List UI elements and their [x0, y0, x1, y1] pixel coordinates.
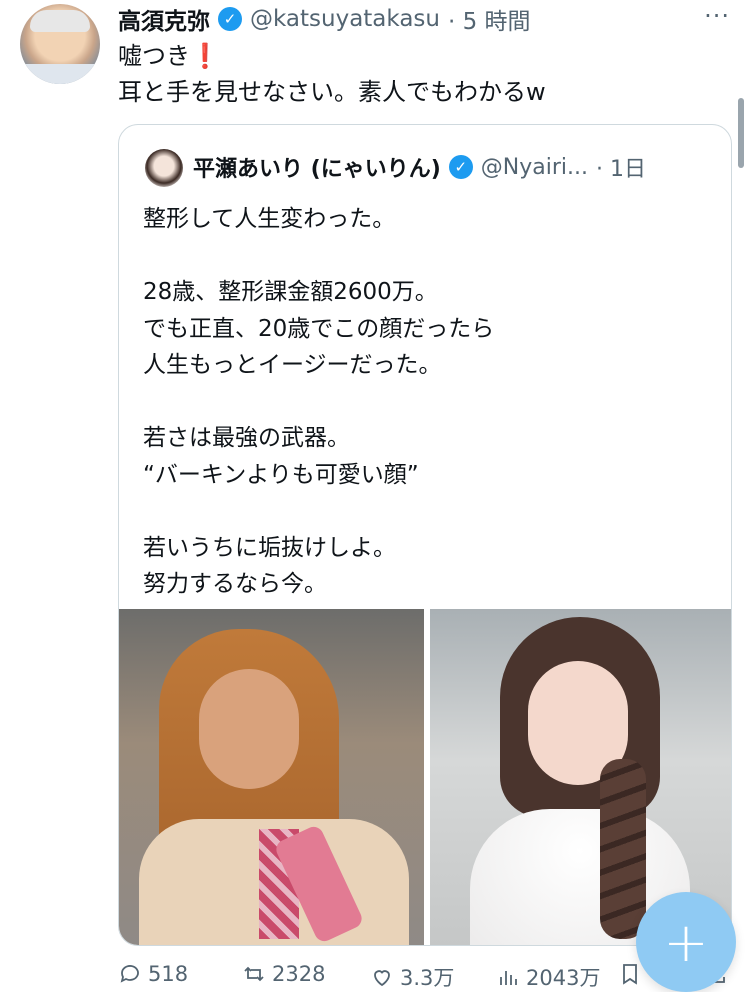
exclamation-icon: ❗	[190, 42, 220, 70]
retweet-button[interactable]: 2328	[242, 962, 325, 986]
like-count: 3.3万	[400, 966, 455, 990]
tweet-time[interactable]: · 5 時間	[448, 2, 531, 36]
quoted-author-avatar[interactable]	[145, 149, 183, 187]
retweet-icon	[244, 966, 264, 982]
author-name[interactable]: 高須克弥	[118, 2, 210, 36]
quoted-tweet-text: 整形して人生変わった。 28歳、整形課金額2600万。 でも正直、20歳でこの顔…	[143, 206, 495, 597]
views-count: 2043万	[526, 966, 601, 990]
compose-icon: +	[663, 910, 709, 974]
quoted-tweet-time[interactable]: · 1日	[596, 151, 646, 183]
quoted-tweet-card[interactable]: 平瀬あいり (にゃいりん) ✓ @Nyairi... · 1日 整形して人生変わ…	[118, 124, 732, 946]
author-avatar[interactable]	[20, 4, 100, 84]
views-button[interactable]: 2043万	[496, 962, 600, 992]
views-icon	[500, 971, 517, 985]
quoted-photo-before[interactable]	[119, 609, 424, 945]
more-icon[interactable]: ···	[704, 2, 730, 30]
scrollbar[interactable]	[738, 98, 744, 168]
like-button[interactable]: 3.3万	[370, 962, 454, 992]
tweet-text: 嘘つき❗ 耳と手を見せなさい。素人でもわかるw	[118, 38, 546, 110]
photo-braid-shape	[600, 759, 646, 939]
bookmark-icon	[623, 964, 637, 985]
avatar-shirt-shape	[20, 64, 100, 84]
retweet-count: 2328	[272, 962, 326, 986]
tweet-text-line2: 耳と手を見せなさい。素人でもわかるw	[118, 78, 546, 106]
author-handle[interactable]: @katsuyatakasu	[250, 6, 440, 32]
reply-icon	[120, 965, 139, 983]
quoted-author-handle[interactable]: @Nyairi...	[481, 155, 588, 180]
like-icon	[374, 970, 390, 987]
compose-button[interactable]: +	[636, 892, 736, 992]
verified-icon: ✓	[218, 7, 242, 31]
quoted-author-name[interactable]: 平瀬あいり (にゃいりん)	[193, 151, 441, 183]
verified-icon: ✓	[448, 155, 473, 179]
tweet-text-line1: 嘘つき	[118, 42, 190, 70]
quoted-author-line: 平瀬あいり (にゃいりん) ✓ @Nyairi... · 1日	[193, 151, 646, 183]
reply-button[interactable]: 518	[118, 962, 188, 986]
avatar-hair-shape	[30, 10, 90, 32]
author-line: 高須克弥 ✓ @katsuyatakasu · 5 時間	[118, 2, 531, 36]
reply-count: 518	[148, 962, 189, 986]
bookmark-button[interactable]	[618, 962, 642, 986]
photo-face-shape	[199, 669, 299, 789]
